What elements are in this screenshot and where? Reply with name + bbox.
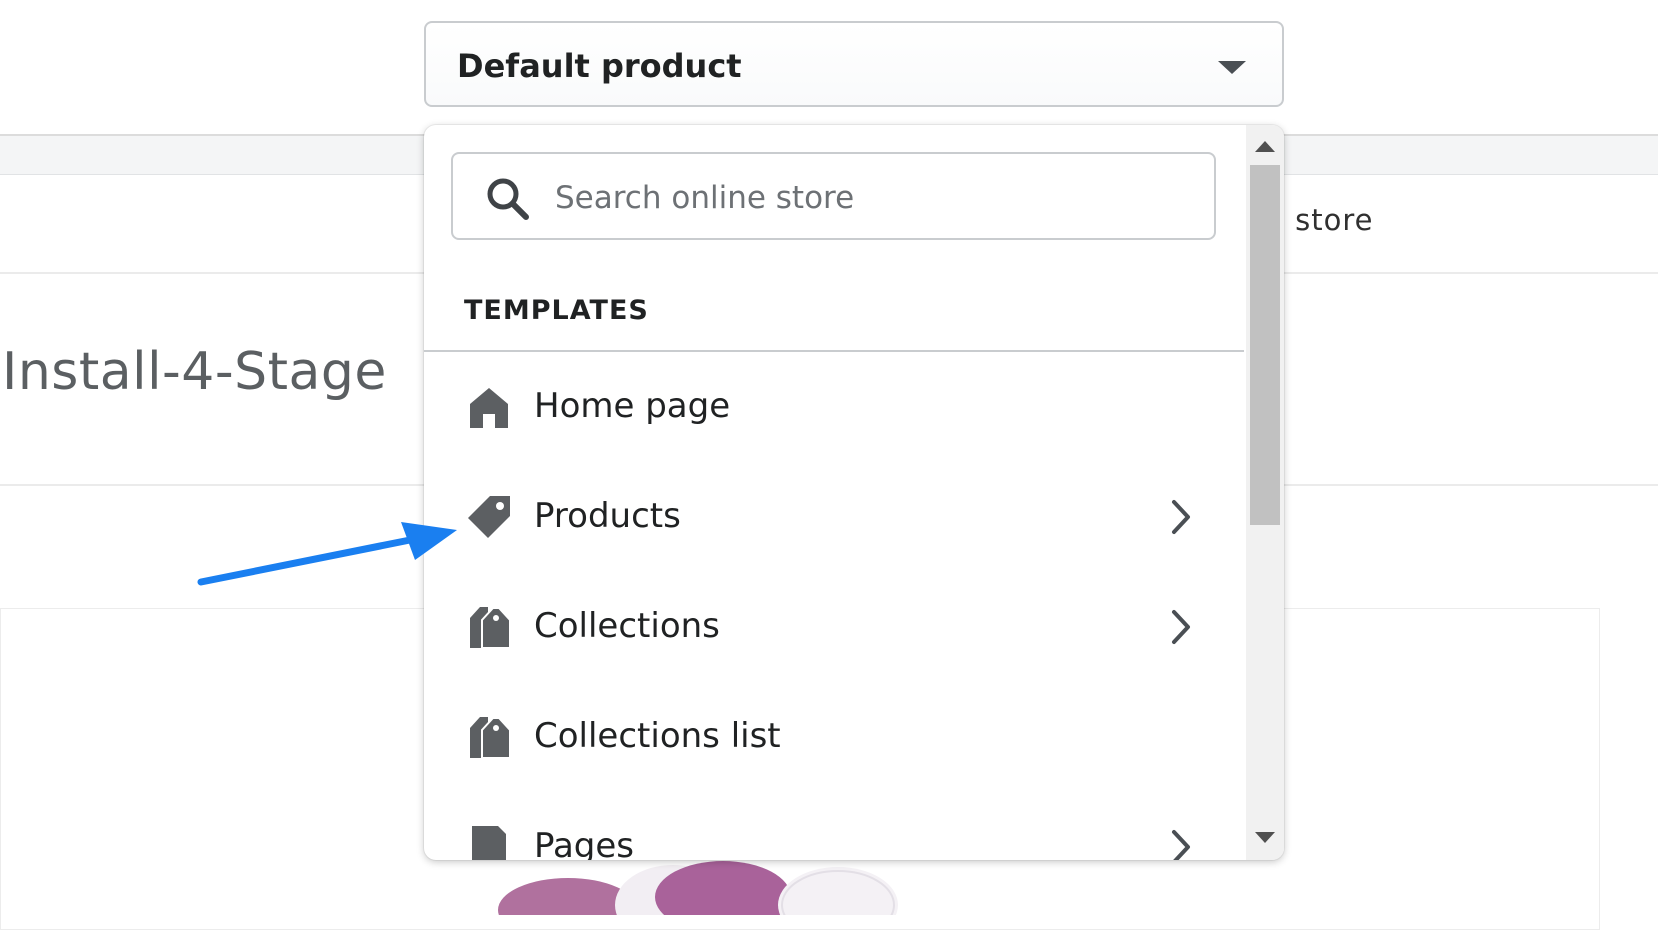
template-select-value: Default product xyxy=(457,47,742,85)
view-store-link[interactable]: r store xyxy=(1272,203,1374,237)
home-icon xyxy=(470,388,508,428)
menu-item-label: Pages xyxy=(534,826,635,860)
menu-item-collections[interactable]: Collections xyxy=(424,572,1244,682)
menu-item-label: Collections list xyxy=(534,716,781,756)
chevron-right-icon xyxy=(1172,500,1190,534)
scroll-up-arrow-icon[interactable] xyxy=(1255,141,1275,152)
search-field[interactable] xyxy=(451,152,1216,240)
chevron-right-icon xyxy=(1172,830,1190,860)
menu-item-collections-list[interactable]: Collections list xyxy=(424,682,1244,792)
search-icon xyxy=(487,178,529,220)
templates-heading: TEMPLATES xyxy=(464,295,649,326)
collections-icon xyxy=(470,717,511,759)
menu-item-label: Home page xyxy=(534,386,731,426)
menu-item-pages[interactable]: Pages xyxy=(424,792,1244,860)
product-preview-image xyxy=(498,861,898,915)
scroll-down-arrow-icon[interactable] xyxy=(1255,832,1275,843)
chevron-right-icon xyxy=(1172,610,1190,644)
tag-icon xyxy=(468,496,510,538)
menu-item-products[interactable]: Products xyxy=(424,462,1244,572)
template-select[interactable]: Default product xyxy=(424,21,1284,107)
dropdown-scrollbar[interactable] xyxy=(1246,125,1284,860)
search-input[interactable] xyxy=(553,168,1197,228)
scrollbar-thumb[interactable] xyxy=(1250,165,1280,525)
menu-item-label: Products xyxy=(534,496,681,536)
page-icon xyxy=(472,826,506,860)
caret-down-icon xyxy=(1218,61,1246,74)
page-heading: Install-4-Stage xyxy=(2,342,387,402)
collections-icon xyxy=(470,607,511,649)
annotation-arrow-icon xyxy=(197,522,457,586)
template-dropdown: TEMPLATES Home page Products xyxy=(424,125,1284,860)
menu-item-label: Collections xyxy=(534,606,720,646)
templates-list: Home page Products Collections Collectio… xyxy=(424,352,1244,860)
menu-item-home-page[interactable]: Home page xyxy=(424,352,1244,462)
